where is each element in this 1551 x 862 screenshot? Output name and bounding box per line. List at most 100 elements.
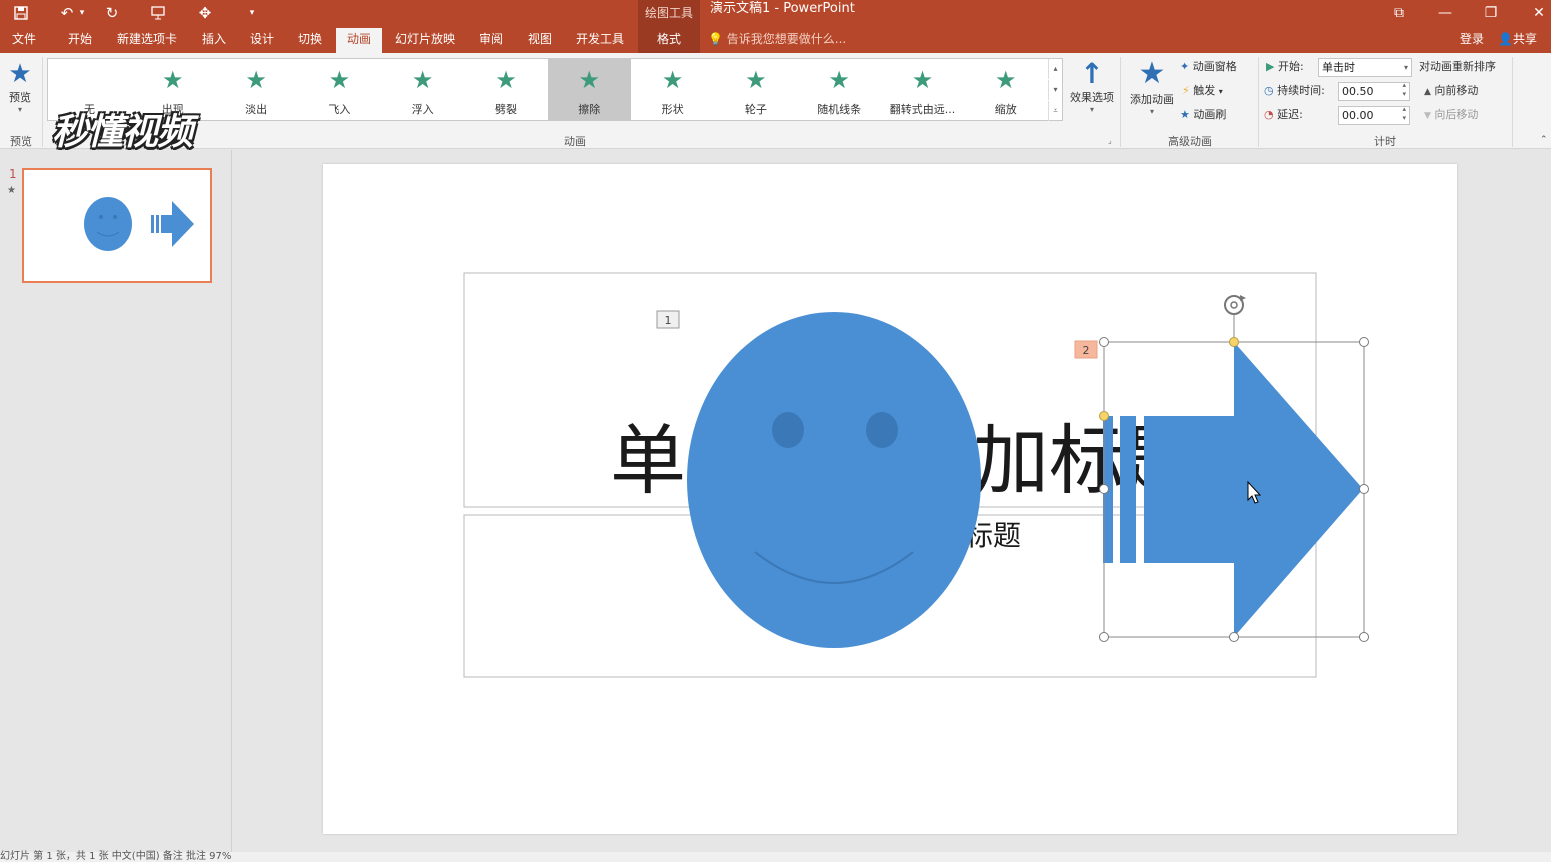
animation-option[interactable]: ★ 形状 (631, 59, 714, 120)
advanced-animation-group-label: 高级动画 (1168, 135, 1212, 148)
tab-insert[interactable]: 插入 (192, 25, 236, 53)
status-bar: 幻灯片 第 1 张，共 1 张 中文(中国) 备注 批注 97% (0, 852, 1551, 862)
split-star-icon: ★ (495, 66, 517, 94)
trigger-dropdown-icon: ▾ (1218, 87, 1223, 96)
preview-dropdown-icon: ▾ (17, 105, 22, 114)
animation-pane-button[interactable]: ✦ 动画窗格 (1180, 57, 1237, 77)
redo-icon[interactable]: ↻ (97, 0, 127, 25)
add-animation-label: 添加动画 (1130, 93, 1174, 106)
title-text-left: 单 (610, 416, 686, 505)
share-button[interactable]: 👤共享 (1498, 25, 1537, 53)
gallery-scroll-down-icon[interactable]: ▾ (1048, 80, 1062, 100)
start-select[interactable]: 单击时 ▾ (1318, 58, 1412, 77)
gallery-scroll-up-icon[interactable]: ▴ (1048, 59, 1062, 79)
clock-icon: ◷ (1264, 84, 1274, 97)
animation-tag-2-text: 2 (1083, 344, 1090, 357)
stepper-arrows-icon[interactable]: ▴ ▾ (1402, 105, 1406, 123)
tab-design[interactable]: 设计 (240, 25, 284, 53)
separator (42, 57, 43, 147)
powerpoint-window: ↶ ▾ ↻ ✥ ▾ 绘图工具 演示文稿1 - PowerPoint ⧉ — ❐ … (0, 0, 1551, 862)
tab-file[interactable]: 文件 (0, 25, 48, 53)
ribbon-display-icon[interactable]: ⧉ (1376, 0, 1422, 25)
preview-label: 预览 (9, 91, 31, 104)
smiley-face-shape[interactable] (687, 312, 981, 648)
gallery-more-icon[interactable]: ⩡ (1048, 101, 1062, 121)
move-earlier-button[interactable]: ▲ 向前移动 (1424, 81, 1478, 101)
animation-painter-button[interactable]: ★ 动画刷 (1180, 105, 1226, 125)
animation-option[interactable]: ★ 浮入 (381, 59, 464, 120)
animation-option-label: 随机线条 (817, 103, 862, 116)
sign-in-link[interactable]: 登录 (1460, 25, 1484, 53)
animation-option[interactable]: ★ 擦除 (547, 59, 631, 120)
tab-review[interactable]: 审阅 (468, 25, 514, 53)
save-icon[interactable] (6, 0, 36, 25)
tab-new-tab[interactable]: 新建选项卡 (108, 25, 186, 53)
collapse-ribbon-icon[interactable]: ⌃ (1540, 135, 1548, 145)
slide-canvas[interactable]: 单 加标题 标题 1 2 (323, 164, 1457, 834)
effect-options-dropdown-icon: ▾ (1089, 105, 1094, 114)
separator (1512, 57, 1513, 147)
duration-stepper[interactable]: 00.50 ▴ ▾ (1338, 81, 1410, 101)
delay-value: 00.00 (1342, 109, 1374, 122)
restore-icon[interactable]: ❐ (1468, 0, 1514, 25)
animation-option[interactable]: ★ 劈裂 (465, 59, 548, 120)
dialog-launcher-icon[interactable]: ⌟ (1108, 136, 1112, 145)
slide-editing-area: 单 加标题 标题 1 2 (233, 150, 1551, 852)
tab-home[interactable]: 开始 (58, 25, 102, 53)
trigger-button[interactable]: ⚡ 触发 ▾ (1182, 81, 1223, 101)
animation-gallery: 无 ★ 出现 ★ 淡出 ★ 飞入 ★ 浮入 ★ 劈裂 ★ 擦除 ★ 形状 ★ 轮子 ★ 随机线条 ★ 翻转式由远... ★… (47, 58, 1063, 121)
tab-slideshow[interactable]: 幻灯片放映 (386, 25, 464, 53)
tab-transitions[interactable]: 切换 (288, 25, 332, 53)
start-select-value: 单击时 (1322, 61, 1355, 74)
start-label-row: ▶ 开始: (1266, 57, 1304, 77)
person-icon: 👤 (1498, 32, 1513, 46)
zoom-star-icon: ★ (995, 66, 1017, 94)
delay-stepper[interactable]: 00.00 ▴ ▾ (1338, 105, 1410, 125)
triangle-down-icon: ▼ (1424, 111, 1431, 121)
animation-pane-label: 动画窗格 (1192, 60, 1237, 73)
animation-painter-label: 动画刷 (1193, 108, 1227, 121)
arrow-up-icon: ↑ (1080, 57, 1104, 90)
fade-star-icon: ★ (245, 66, 267, 94)
animation-option-label: 浮入 (411, 103, 434, 116)
animation-option[interactable]: ★ 缩放 (964, 59, 1047, 120)
effect-options-label: 效果选项 (1070, 91, 1114, 104)
slide-thumbnail[interactable] (22, 168, 212, 283)
appear-star-icon: ★ (162, 66, 184, 94)
animation-option[interactable]: ★ 随机线条 (798, 59, 881, 120)
preview-button[interactable]: ★ 预览 ▾ (2, 59, 38, 114)
animation-option-label: 轮子 (744, 103, 767, 116)
timing-group-label: 计时 (1374, 135, 1396, 148)
animation-option[interactable]: ★ 飞入 (298, 59, 381, 120)
animation-option[interactable]: ★ 翻转式由远... (881, 59, 964, 120)
animation-option-label: 淡出 (245, 103, 268, 116)
separator (1258, 57, 1259, 147)
slide-content: 单 加标题 标题 1 2 (463, 272, 1369, 678)
fly-in-star-icon: ★ (328, 66, 351, 94)
tell-me-search[interactable]: 💡 告诉我您想要做什么... (708, 25, 846, 53)
move-later-button[interactable]: ▼ 向后移动 (1424, 105, 1478, 125)
close-icon[interactable]: ✕ (1516, 0, 1551, 25)
touch-mode-icon[interactable]: ✥ (190, 0, 220, 25)
tab-format[interactable]: 格式 (638, 25, 700, 53)
effect-options-button[interactable]: ↑ 效果选项 ▾ (1064, 57, 1120, 115)
tab-developer[interactable]: 开发工具 (566, 25, 634, 53)
add-star-icon: ★ (1138, 56, 1166, 91)
minimize-icon[interactable]: — (1422, 0, 1468, 25)
present-icon[interactable] (143, 0, 173, 25)
customize-toolbar-icon[interactable]: ▾ (237, 0, 267, 25)
float-in-star-icon: ★ (411, 66, 434, 94)
adjustment-handles[interactable] (1099, 337, 1239, 421)
animation-option[interactable]: ★ 轮子 (714, 59, 797, 120)
tab-animations[interactable]: 动画 (336, 28, 382, 53)
wheel-star-icon: ★ (745, 66, 767, 94)
tab-view[interactable]: 视图 (518, 25, 562, 53)
animation-option[interactable]: ★ 淡出 (215, 59, 298, 120)
add-animation-button[interactable]: ★ 添加动画 ▾ (1124, 56, 1180, 117)
undo-dropdown-icon[interactable]: ▾ (74, 0, 90, 25)
wipe-star-icon: ★ (578, 66, 601, 94)
rotate-handle-icon[interactable] (1224, 295, 1246, 315)
chevron-down-icon: ▾ (1403, 63, 1408, 72)
stepper-arrows-icon[interactable]: ▴ ▾ (1402, 81, 1406, 99)
move-later-label: 向后移动 (1434, 108, 1479, 121)
